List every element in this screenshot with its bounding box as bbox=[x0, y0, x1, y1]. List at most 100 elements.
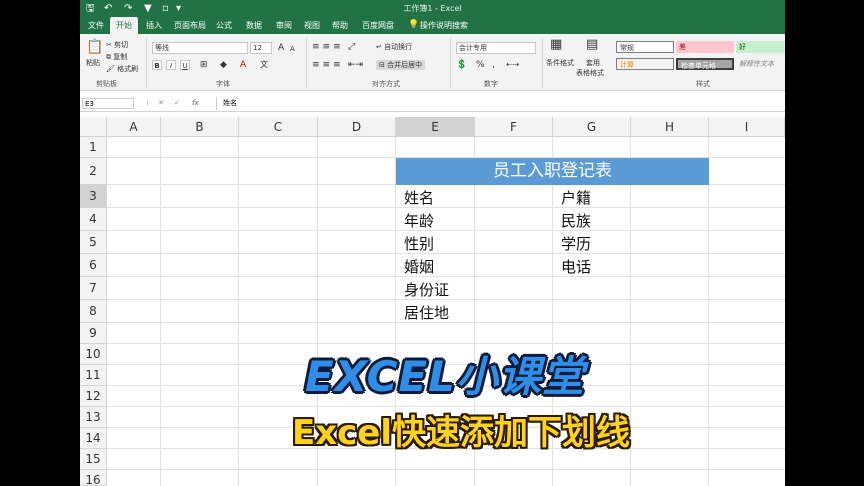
font-size-select[interactable]: 12 bbox=[250, 42, 272, 54]
paste-button[interactable]: 粘贴 bbox=[86, 58, 100, 68]
tab-file[interactable]: 文件 bbox=[82, 17, 110, 34]
column-header-i[interactable]: I bbox=[709, 117, 785, 137]
indent-icon[interactable]: ⇤⇥ bbox=[348, 60, 363, 70]
row-header-8[interactable]: 8 bbox=[80, 300, 107, 323]
row-header-15[interactable]: 15 bbox=[80, 449, 107, 470]
tab-baidu-netdisk[interactable]: 百度网盘 bbox=[356, 17, 400, 34]
enter-icon[interactable]: ✓ bbox=[174, 98, 180, 108]
font-group-label: 字体 bbox=[216, 80, 230, 88]
tab-data[interactable]: 数据 bbox=[240, 17, 268, 34]
percent-button[interactable]: % bbox=[476, 60, 485, 70]
style-explanatory[interactable]: 解释性文本 bbox=[736, 58, 785, 70]
formula-input[interactable]: 姓名 bbox=[216, 97, 782, 110]
tab-formulas[interactable]: 公式 bbox=[210, 17, 238, 34]
number-format-select[interactable]: 会计专用 bbox=[456, 42, 536, 54]
merge-label: 合并后居中 bbox=[387, 61, 423, 69]
style-calculation[interactable]: 计算 bbox=[616, 58, 674, 70]
copy-button[interactable]: ⧉ 复制 bbox=[106, 52, 127, 62]
italic-button[interactable]: I bbox=[166, 60, 176, 70]
cell-g4[interactable]: 民族 bbox=[561, 210, 591, 232]
bold-button[interactable]: B bbox=[152, 60, 162, 70]
insert-function-button[interactable]: fx bbox=[192, 98, 199, 108]
copy-icon: ⧉ bbox=[106, 53, 111, 61]
row-header-12[interactable]: 12 bbox=[80, 386, 107, 407]
underline-button[interactable]: U bbox=[180, 60, 190, 70]
ribbon-home: 📋 粘贴 ✂ 剪切 ⧉ 复制 🖌 格式刷 剪贴板 等线 12 A A B I U… bbox=[80, 34, 785, 91]
gridline bbox=[630, 137, 631, 486]
column-header-e[interactable]: E bbox=[396, 117, 475, 137]
row-header-11[interactable]: 11 bbox=[80, 365, 107, 386]
border-icon[interactable]: ⊞ bbox=[200, 60, 208, 70]
row-header-13[interactable]: 13 bbox=[80, 407, 107, 428]
horizontal-align-icons[interactable]: ≡≡≡ bbox=[312, 60, 344, 70]
cancel-icon[interactable]: ✕ bbox=[158, 98, 164, 108]
tab-review[interactable]: 审阅 bbox=[270, 17, 298, 34]
phonetic-button[interactable]: 文 bbox=[260, 60, 268, 70]
conditional-format-button[interactable]: 条件格式 bbox=[546, 58, 574, 68]
wrap-icon: ↵ bbox=[376, 43, 382, 51]
grow-font-button[interactable]: A bbox=[278, 43, 284, 53]
row-header-3[interactable]: 3 bbox=[80, 185, 107, 208]
row-header-14[interactable]: 14 bbox=[80, 428, 107, 449]
font-name-select[interactable]: 等线 bbox=[152, 42, 248, 54]
cell-e8[interactable]: 居住地 bbox=[404, 302, 449, 324]
cut-button[interactable]: ✂ 剪切 bbox=[106, 40, 128, 50]
shrink-font-button[interactable]: A bbox=[290, 44, 295, 54]
cell-g3[interactable]: 户籍 bbox=[561, 187, 591, 209]
row-header-10[interactable]: 10 bbox=[80, 344, 107, 365]
decimal-icons[interactable]: ⇠⇢ bbox=[506, 60, 519, 70]
row-header-6[interactable]: 6 bbox=[80, 254, 107, 277]
style-good[interactable]: 好 bbox=[736, 41, 785, 53]
sheet-title-cell[interactable]: 员工入职登记表 bbox=[396, 158, 709, 185]
cell-e3[interactable]: 姓名 bbox=[404, 187, 434, 209]
row-header-7[interactable]: 7 bbox=[80, 277, 107, 300]
font-color-button[interactable]: A bbox=[240, 60, 246, 70]
styles-group-label: 样式 bbox=[696, 80, 710, 88]
paste-icon[interactable]: 📋 bbox=[86, 40, 103, 54]
row-header-4[interactable]: 4 bbox=[80, 208, 107, 231]
style-normal[interactable]: 常规 bbox=[616, 41, 674, 53]
tab-home[interactable]: 开始 bbox=[110, 17, 138, 34]
style-bad[interactable]: 差 bbox=[676, 41, 734, 53]
row-header-16[interactable]: 16 bbox=[80, 470, 107, 486]
select-all-corner[interactable] bbox=[80, 117, 107, 137]
name-box[interactable]: E3 bbox=[82, 98, 134, 109]
cell-e6[interactable]: 婚姻 bbox=[404, 256, 434, 278]
column-header-b[interactable]: B bbox=[161, 117, 239, 137]
cell-e5[interactable]: 性别 bbox=[404, 233, 434, 255]
accounting-icon[interactable]: 💲 bbox=[456, 60, 467, 70]
copy-label: 复制 bbox=[113, 53, 128, 61]
row-header-2[interactable]: 2 bbox=[80, 158, 107, 185]
style-check-cell[interactable]: 检查单元格 bbox=[676, 58, 734, 70]
vertical-align-icons[interactable]: ≡≡≡ bbox=[312, 42, 344, 52]
format-as-table-button[interactable]: 套用 bbox=[586, 58, 600, 68]
cell-g5[interactable]: 学历 bbox=[561, 233, 591, 255]
wrap-text-button[interactable]: ↵ 自动换行 bbox=[376, 42, 412, 52]
orientation-icon[interactable]: ⤢ bbox=[348, 42, 355, 52]
comma-button[interactable]: , bbox=[492, 60, 495, 70]
column-header-d[interactable]: D bbox=[318, 117, 396, 137]
conditional-format-icon[interactable]: ▦ bbox=[550, 38, 562, 51]
column-header-h[interactable]: H bbox=[631, 117, 709, 137]
row-header-5[interactable]: 5 bbox=[80, 231, 107, 254]
format-painter-button[interactable]: 🖌 格式刷 bbox=[106, 64, 138, 74]
column-header-c[interactable]: C bbox=[239, 117, 318, 137]
column-header-g[interactable]: G bbox=[553, 117, 631, 137]
tab-help[interactable]: 帮助 bbox=[326, 17, 354, 34]
tab-insert[interactable]: 插入 bbox=[140, 17, 168, 34]
tell-me-search[interactable]: 操作说明搜索 bbox=[414, 17, 474, 34]
merge-center-button[interactable]: ⊟ 合并后居中 bbox=[376, 60, 426, 70]
cell-g6[interactable]: 电话 bbox=[561, 256, 591, 278]
tab-page-layout[interactable]: 页面布局 bbox=[168, 17, 212, 34]
cell-e4[interactable]: 年龄 bbox=[404, 210, 434, 232]
format-as-table-icon[interactable]: ▤ bbox=[586, 38, 598, 51]
row-header-9[interactable]: 9 bbox=[80, 323, 107, 344]
column-header-a[interactable]: A bbox=[107, 117, 161, 137]
cell-e7[interactable]: 身份证 bbox=[404, 279, 449, 301]
column-header-f[interactable]: F bbox=[475, 117, 553, 137]
fill-color-icon[interactable]: ◆ bbox=[220, 60, 227, 70]
format-as-table-label[interactable]: 表格格式 bbox=[576, 68, 604, 78]
tab-view[interactable]: 视图 bbox=[298, 17, 326, 34]
row-header-1[interactable]: 1 bbox=[80, 137, 107, 158]
excel-window: 🖫 ↶ ↷ ▼ ▫ ▾ 工作簿1 - Excel 文件 开始 插入 页面布局 公… bbox=[80, 0, 785, 486]
